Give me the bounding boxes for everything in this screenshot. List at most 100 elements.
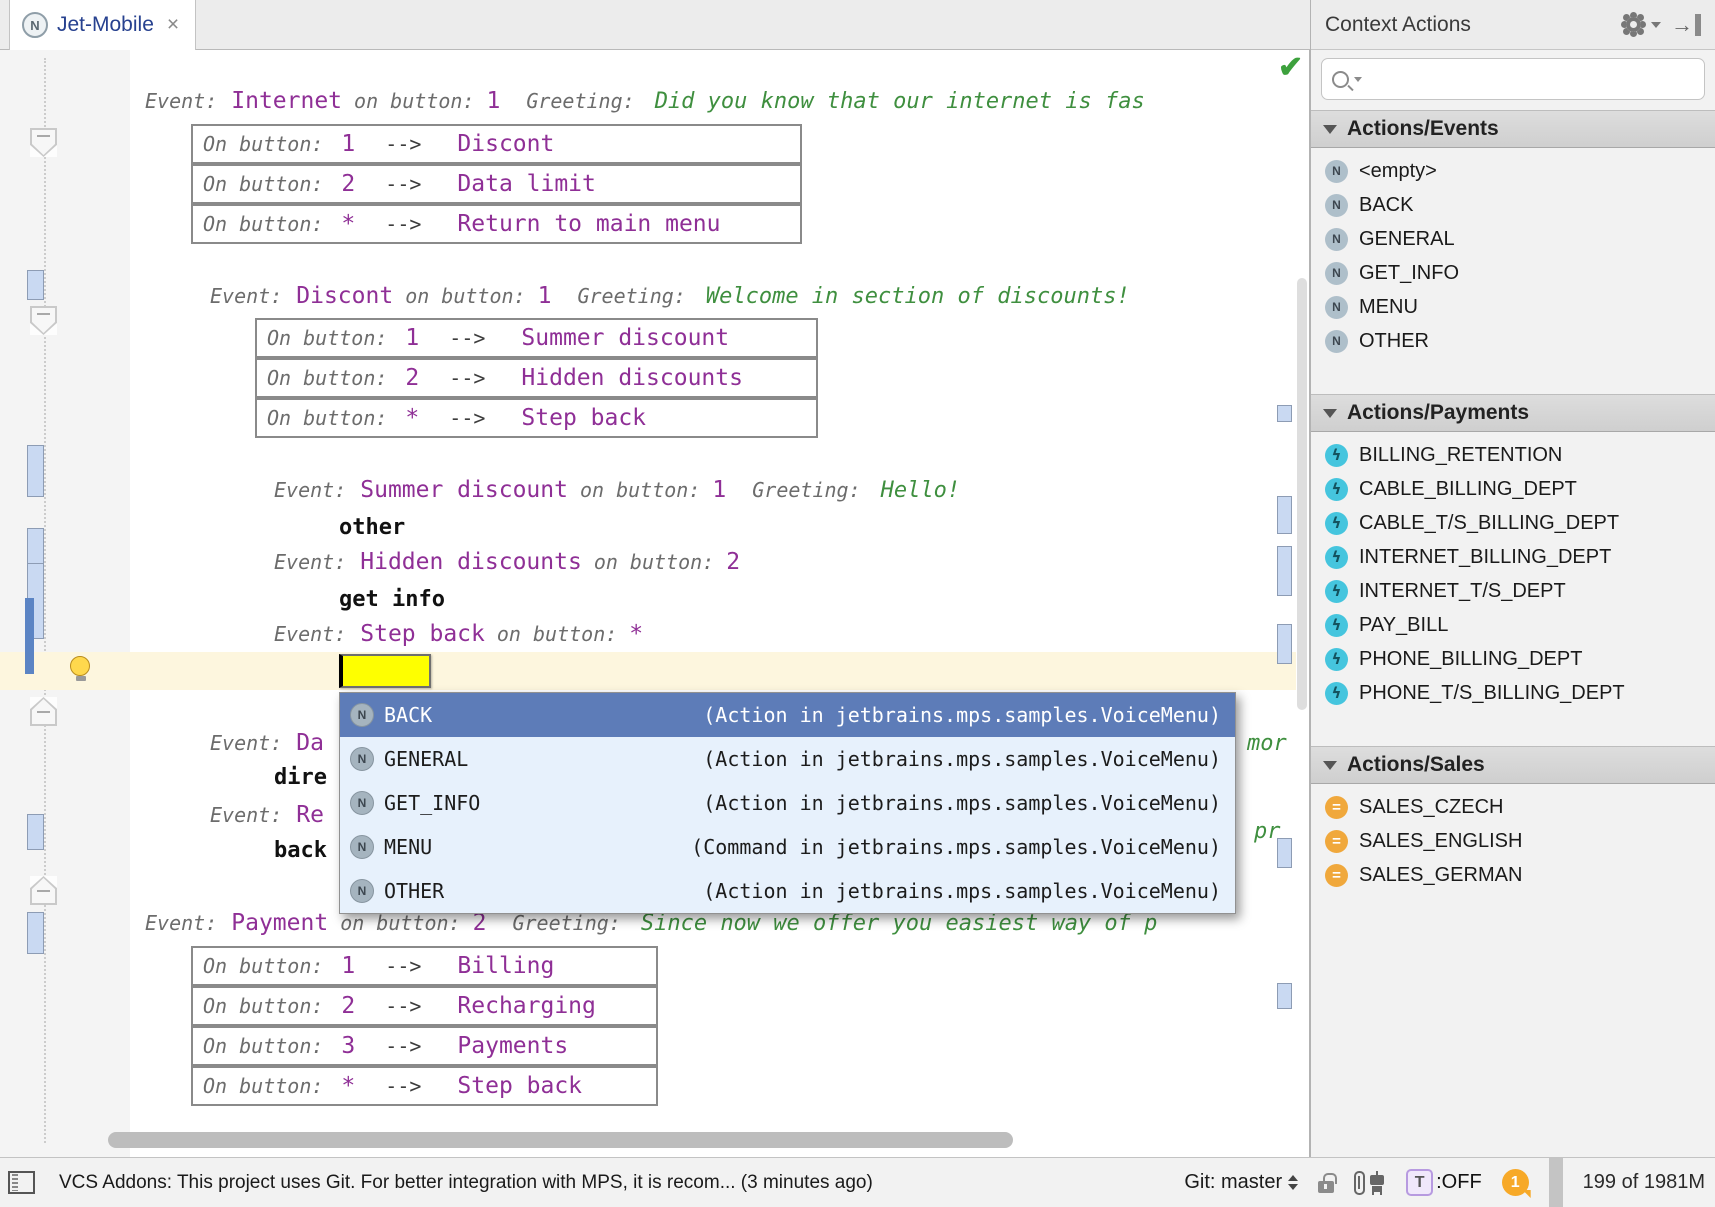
table-tbl-payment[interactable]: On button:1-->BillingOn button:2-->Recha… <box>191 946 658 1106</box>
event-ev-hidden[interactable]: Event:Hidden discountson button:2 <box>274 545 740 582</box>
fold-marker-icon[interactable] <box>30 306 57 335</box>
event-ev-discont[interactable]: Event:Disconton button:1Greeting:Welcome… <box>210 279 1130 316</box>
tab-jet-mobile[interactable]: N Jet-Mobile × <box>9 0 196 50</box>
node-icon: N <box>22 12 48 38</box>
panel-item-billing-retention[interactable]: ϟBILLING_RETENTION <box>1325 438 1715 472</box>
panel-item-back[interactable]: NBACK <box>1325 188 1715 222</box>
fold-marker-icon[interactable] <box>30 697 57 726</box>
search-box[interactable] <box>1321 58 1705 100</box>
action-act-return[interactable]: back <box>274 834 327 870</box>
panel-item-sales-czech[interactable]: =SALES_CZECH <box>1325 790 1715 824</box>
fold-marker-icon[interactable] <box>30 876 57 905</box>
node-icon: N <box>350 703 374 727</box>
clip-icon <box>1354 1171 1365 1195</box>
lightbulb-icon[interactable] <box>70 656 92 682</box>
fold-marker-icon[interactable] <box>30 128 57 157</box>
transition-table-row[interactable]: On button:3-->Payments <box>191 1026 658 1066</box>
panel-item-label: MENU <box>1359 296 1418 319</box>
notification-bubble[interactable]: 1 <box>1502 1169 1529 1196</box>
panel-item-internet-billing-dept[interactable]: ϟINTERNET_BILLING_DEPT <box>1325 540 1715 574</box>
node-icon: N <box>350 879 374 903</box>
panel-item-cable-t-s-billing-dept[interactable]: ϟCABLE_T/S_BILLING_DEPT <box>1325 506 1715 540</box>
bolt-icon: ϟ <box>1325 648 1348 671</box>
button-value: 1 <box>341 949 355 983</box>
completion-item-back[interactable]: NBACK(Action in jetbrains.mps.samples.Vo… <box>340 693 1235 737</box>
panel-item-menu[interactable]: NMENU <box>1325 290 1715 324</box>
section-header-actions-sales[interactable]: Actions/Sales <box>1311 746 1715 784</box>
action-act-summer[interactable]: other <box>339 511 405 547</box>
right-change-marker <box>1277 405 1292 422</box>
event-name: Re <box>296 802 324 828</box>
close-icon[interactable]: × <box>167 13 179 37</box>
event-ev-return[interactable]: Event:Re <box>210 798 324 835</box>
search-options-chevron-icon[interactable] <box>1354 77 1362 82</box>
completion-name: MENU <box>384 835 534 859</box>
completion-item-get_info[interactable]: NGET_INFO(Action in jetbrains.mps.sample… <box>340 781 1235 825</box>
event-ev-data[interactable]: Event:Da <box>210 726 324 763</box>
context-actions-search-input[interactable] <box>1370 69 1694 90</box>
node-icon: N <box>350 835 374 859</box>
button-value: 1 <box>486 88 500 114</box>
edit-cursor-cell[interactable] <box>339 654 431 688</box>
panel-item-get-info[interactable]: NGET_INFO <box>1325 256 1715 290</box>
table-tbl-internet[interactable]: On button:1-->DiscontOn button:2-->Data … <box>191 124 802 244</box>
completion-name: OTHER <box>384 879 534 903</box>
completion-description: (Action in jetbrains.mps.samples.VoiceMe… <box>534 747 1221 771</box>
vertical-scrollbar-thumb[interactable] <box>1297 278 1307 710</box>
section-header-actions-payments[interactable]: Actions/Payments <box>1311 394 1715 432</box>
transition-table-row[interactable]: On button:1-->Summer discount <box>255 318 818 358</box>
memory-indicator[interactable]: 199 of 1981M <box>1583 1171 1705 1194</box>
current-line-highlight <box>0 652 1296 690</box>
transition-table-row[interactable]: On button:2-->Hidden discounts <box>255 358 818 398</box>
hide-panel-icon[interactable]: → <box>1671 14 1701 36</box>
transition-table-row[interactable]: On button:2-->Recharging <box>191 986 658 1026</box>
gear-icon[interactable] <box>1626 17 1641 32</box>
arrow-glyph: --> <box>385 1029 421 1063</box>
panel-item--empty-[interactable]: N<empty> <box>1325 154 1715 188</box>
status-message: VCS Addons: This project uses Git. For b… <box>59 1172 1184 1194</box>
completion-item-general[interactable]: NGENERAL(Action in jetbrains.mps.samples… <box>340 737 1235 781</box>
arrow-glyph: --> <box>385 167 421 201</box>
greeting-keyword: Greeting: <box>526 89 634 113</box>
node-icon: N <box>1325 330 1348 353</box>
panel-item-other[interactable]: NOTHER <box>1325 324 1715 358</box>
table-tbl-discont[interactable]: On button:1-->Summer discountOn button:2… <box>255 318 818 438</box>
action-act-hidden[interactable]: get info <box>339 583 445 619</box>
inspector-widget[interactable] <box>1354 1171 1386 1195</box>
fragment-frag-mor[interactable]: mor <box>1247 727 1287 763</box>
action-act-data[interactable]: dire <box>274 761 327 797</box>
event-ev-summer[interactable]: Event:Summer discounton button:1Greeting… <box>274 473 960 510</box>
on-button-keyword: on button: <box>497 622 617 646</box>
unlocked-padlock-icon[interactable] <box>1318 1181 1334 1193</box>
transition-table-row[interactable]: On button:1-->Billing <box>191 946 658 986</box>
transition-table-row[interactable]: On button:*-->Return to main menu <box>191 204 802 244</box>
git-branch-widget[interactable]: Git: master <box>1184 1171 1298 1194</box>
event-ev-stepback[interactable]: Event:Step backon button:* <box>274 617 643 654</box>
right-change-marker <box>1277 624 1292 664</box>
event-ev-internet[interactable]: Event:Interneton button:1Greeting:Did yo… <box>145 84 1145 121</box>
panel-item-internet-t-s-dept[interactable]: ϟINTERNET_T/S_DEPT <box>1325 574 1715 608</box>
typesystem-widget[interactable]: T :OFF <box>1406 1169 1482 1196</box>
transition-table-row[interactable]: On button:*-->Step back <box>191 1066 658 1106</box>
transition-table-row[interactable]: On button:2-->Data limit <box>191 164 802 204</box>
target-event-name: Billing <box>457 949 554 983</box>
chevron-down-icon[interactable] <box>1651 22 1661 28</box>
completion-description: (Command in jetbrains.mps.samples.VoiceM… <box>534 835 1221 859</box>
panel-item-general[interactable]: NGENERAL <box>1325 222 1715 256</box>
panel-item-pay-bill[interactable]: ϟPAY_BILL <box>1325 608 1715 642</box>
panel-item-cable-billing-dept[interactable]: ϟCABLE_BILLING_DEPT <box>1325 472 1715 506</box>
toolwindow-toggle-icon[interactable] <box>8 1171 35 1194</box>
completion-item-other[interactable]: NOTHER(Action in jetbrains.mps.samples.V… <box>340 869 1235 913</box>
action-text: dire <box>274 765 327 790</box>
transition-table-row[interactable]: On button:*-->Step back <box>255 398 818 438</box>
panel-item-sales-german[interactable]: =SALES_GERMAN <box>1325 858 1715 892</box>
horizontal-scrollbar-thumb[interactable] <box>108 1132 1013 1148</box>
editor-area[interactable]: Event:Interneton button:1Greeting:Did yo… <box>0 50 1310 1157</box>
transition-table-row[interactable]: On button:1-->Discont <box>191 124 802 164</box>
panel-item-sales-english[interactable]: =SALES_ENGLISH <box>1325 824 1715 858</box>
panel-item-phone-billing-dept[interactable]: ϟPHONE_BILLING_DEPT <box>1325 642 1715 676</box>
completion-item-menu[interactable]: N MENU(Command in jetbrains.mps.samples.V… <box>340 825 1235 869</box>
panel-item-phone-t-s-billing-dept[interactable]: ϟPHONE_T/S_BILLING_DEPT <box>1325 676 1715 710</box>
on-button-keyword: On button: <box>203 1069 323 1103</box>
section-header-actions-events[interactable]: Actions/Events <box>1311 110 1715 148</box>
